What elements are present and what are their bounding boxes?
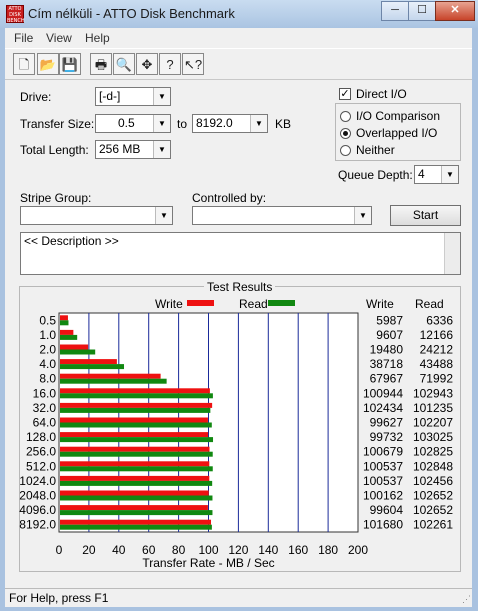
- read-value-label: 102456: [413, 474, 453, 488]
- read-value-label: 102825: [413, 445, 453, 459]
- category-label: 0.5: [39, 313, 56, 327]
- category-label: 64.0: [33, 416, 57, 430]
- category-label: 8.0: [39, 372, 56, 386]
- write-value-label: 5987: [376, 313, 403, 327]
- write-bar: [60, 344, 89, 350]
- read-value-label: 102261: [413, 518, 453, 532]
- read-bar: [60, 393, 213, 399]
- x-tick-label: 200: [348, 543, 368, 557]
- read-bar: [60, 480, 213, 486]
- x-tick-label: 120: [228, 543, 248, 557]
- write-bar: [60, 519, 212, 525]
- read-bar: [60, 407, 211, 413]
- write-bar: [60, 315, 68, 321]
- read-value-label: 43488: [420, 357, 454, 371]
- write-value-label: 9607: [376, 328, 403, 342]
- read-value-label: 102207: [413, 416, 453, 430]
- write-bar: [60, 446, 210, 452]
- write-bar: [60, 417, 208, 423]
- category-label: 32.0: [33, 401, 57, 415]
- write-bar: [60, 373, 161, 379]
- write-bar: [60, 402, 213, 408]
- read-bar: [60, 364, 125, 370]
- write-value-label: 19480: [370, 343, 404, 357]
- read-bar: [60, 466, 213, 472]
- write-value-label: 100162: [363, 489, 403, 503]
- write-bar: [60, 359, 117, 365]
- status-text: For Help, press F1: [9, 591, 109, 605]
- read-bar: [60, 422, 212, 428]
- read-bar: [60, 349, 96, 355]
- x-tick-label: 140: [258, 543, 278, 557]
- category-label: 256.0: [26, 445, 56, 459]
- read-bar: [60, 378, 167, 384]
- write-value-label: 99627: [370, 416, 404, 430]
- read-bar: [60, 320, 69, 326]
- write-bar: [60, 329, 74, 335]
- read-bar: [60, 495, 213, 501]
- write-bar: [60, 432, 209, 438]
- x-tick-label: 180: [318, 543, 338, 557]
- write-value-label: 100679: [363, 445, 403, 459]
- resize-grip-icon[interactable]: ⋰: [462, 594, 471, 605]
- category-label: 8192.0: [19, 518, 56, 532]
- category-label: 4.0: [39, 357, 56, 371]
- category-label: 2.0: [39, 343, 56, 357]
- read-value-label: 102652: [413, 489, 453, 503]
- write-bar: [60, 475, 210, 481]
- write-value-label: 100537: [363, 474, 403, 488]
- read-bar: [60, 451, 213, 457]
- read-value-label: 102652: [413, 503, 453, 517]
- write-value-label: 102434: [363, 401, 403, 415]
- write-value-label: 101680: [363, 518, 403, 532]
- x-axis-title: Transfer Rate - MB / Sec: [142, 556, 274, 570]
- x-tick-label: 80: [172, 543, 186, 557]
- category-label: 512.0: [26, 459, 56, 473]
- read-value-label: 101235: [413, 401, 453, 415]
- read-value-label: 6336: [426, 313, 453, 327]
- write-value-label: 38718: [370, 357, 404, 371]
- category-label: 16.0: [33, 386, 57, 400]
- read-value-label: 24212: [420, 343, 454, 357]
- x-tick-label: 20: [82, 543, 96, 557]
- read-value-label: 102848: [413, 459, 453, 473]
- read-bar: [60, 437, 214, 443]
- read-bar: [60, 524, 212, 530]
- category-label: 2048.0: [19, 489, 56, 503]
- write-bar: [60, 461, 210, 467]
- read-value-label: 103025: [413, 430, 453, 444]
- x-tick-label: 160: [288, 543, 308, 557]
- write-value-label: 100944: [363, 386, 403, 400]
- read-value-label: 12166: [420, 328, 454, 342]
- x-tick-label: 60: [142, 543, 156, 557]
- results-chart: 0 20 40 60 80 100 120 140 160 180 200 Transfer Rate…: [19, 312, 454, 570]
- write-value-label: 100537: [363, 459, 403, 473]
- x-tick-label: 100: [198, 543, 218, 557]
- write-bar: [60, 388, 210, 394]
- category-label: 1.0: [39, 328, 56, 342]
- write-value-label: 99604: [370, 503, 404, 517]
- read-value-label: 71992: [420, 372, 454, 386]
- write-value-label: 99732: [370, 430, 404, 444]
- category-label: 1024.0: [19, 474, 56, 488]
- read-bar: [60, 510, 213, 516]
- read-bar: [60, 334, 78, 340]
- category-label: 4096.0: [19, 503, 56, 517]
- write-value-label: 67967: [370, 372, 404, 386]
- x-tick-label: 0: [56, 543, 63, 557]
- write-bar: [60, 490, 209, 496]
- x-tick-label: 40: [112, 543, 126, 557]
- read-value-label: 102943: [413, 386, 453, 400]
- category-label: 128.0: [26, 430, 56, 444]
- write-bar: [60, 505, 208, 511]
